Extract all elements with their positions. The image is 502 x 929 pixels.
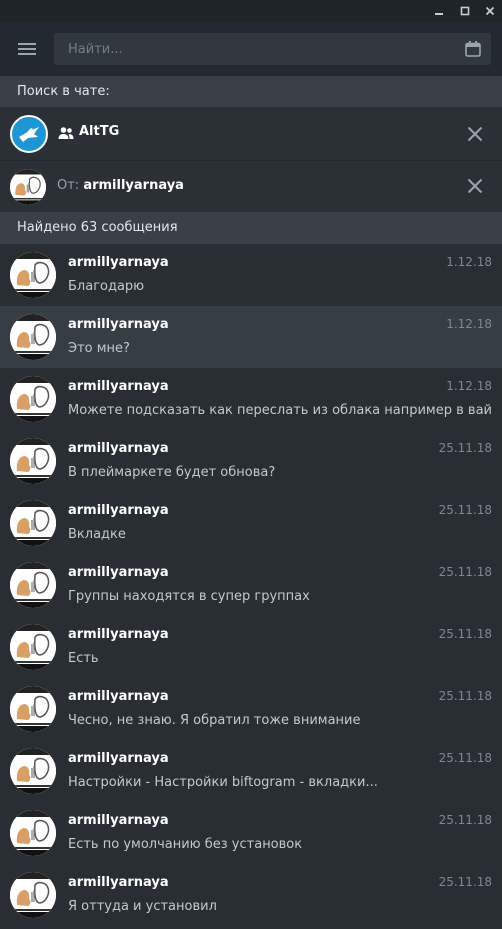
title-bar [0,0,502,22]
message-preview: Настройки - Настройки biftogram - вкладк… [68,775,378,790]
sender-name: armillyarnaya [68,441,169,456]
calendar-button[interactable] [464,40,482,58]
message-preview: Есть [68,651,99,666]
user-avatar [10,748,56,794]
message-date: 25.11.18 [438,751,492,765]
message-preview: Вкладке [68,527,126,542]
result-row[interactable]: armillyarnaya 25.11.18 Есть по умолчанию… [0,802,502,864]
result-row[interactable]: armillyarnaya 1.12.18 Благодарю [0,244,502,306]
user-avatar-image [10,810,56,856]
chat-name: AltTG [79,124,120,139]
hamburger-icon [18,43,36,55]
from-user-name: armillyarnaya [83,178,184,193]
message-date: 1.12.18 [446,255,492,269]
message-date: 25.11.18 [438,565,492,579]
message-date: 25.11.18 [438,875,492,889]
message-preview: Это мне? [68,341,130,356]
result-row[interactable]: armillyarnaya 1.12.18 Это мне? [0,306,502,368]
calendar-icon [465,41,481,57]
maximize-icon [460,6,470,16]
user-avatar [10,810,56,856]
search-in-chat-header: Поиск в чате: [0,76,502,108]
message-preview: Группы находятся в супер группах [68,589,310,604]
user-avatar-image [10,562,56,608]
result-row[interactable]: armillyarnaya 25.11.18 Чесно, не знаю. Я… [0,678,502,740]
top-bar [0,22,502,76]
close-icon [485,6,495,16]
user-avatar [10,314,56,360]
message-date: 25.11.18 [438,813,492,827]
result-row[interactable]: armillyarnaya 25.11.18 В плеймаркете буд… [0,430,502,492]
message-date: 25.11.18 [438,627,492,641]
user-avatar-image [10,169,46,205]
message-preview: В плеймаркете будет обнова? [68,465,276,480]
maximize-button[interactable] [454,0,476,22]
user-avatar [10,169,46,205]
user-avatar-image [10,376,56,422]
message-date: 1.12.18 [446,379,492,393]
message-date: 25.11.18 [438,503,492,517]
chat-filter: AltTG [0,107,502,161]
result-row[interactable]: armillyarnaya 25.11.18 Вкладке [0,492,502,554]
sender-name: armillyarnaya [68,813,169,828]
user-avatar-image [10,624,56,670]
sender-name: armillyarnaya [68,255,169,270]
chat-logo-icon [19,127,39,142]
user-avatar [10,438,56,484]
from-filter: От: armillyarnaya [0,161,502,212]
minimize-button[interactable] [428,0,450,22]
user-avatar [10,624,56,670]
user-avatar [10,500,56,546]
user-avatar-image [10,500,56,546]
sender-name: armillyarnaya [68,503,169,518]
user-avatar [10,872,56,918]
user-avatar [10,376,56,422]
clear-chat-filter-button[interactable] [466,125,484,143]
result-row[interactable]: armillyarnaya 25.11.18 Группы находятся … [0,554,502,616]
minimize-icon [435,13,443,15]
clear-from-filter-button[interactable] [466,177,484,195]
group-icon [58,127,74,139]
sender-name: armillyarnaya [68,627,169,642]
message-date: 25.11.18 [438,441,492,455]
menu-button[interactable] [14,37,40,61]
sender-name: armillyarnaya [68,317,169,332]
message-preview: Чесно, не знаю. Я обратил тоже внимание [68,713,361,728]
chat-avatar [10,115,48,153]
result-row[interactable]: armillyarnaya 25.11.18 Есть [0,616,502,678]
user-avatar-image [10,314,56,360]
search-input[interactable] [68,33,448,65]
result-row[interactable]: armillyarnaya 1.12.18 Можете подсказать … [0,368,502,430]
results-list: armillyarnaya 1.12.18 Благодарю armillya… [0,244,502,926]
message-preview: Благодарю [68,279,145,294]
user-avatar [10,252,56,298]
user-avatar-image [10,438,56,484]
message-date: 1.12.18 [446,317,492,331]
message-preview: Есть по умолчанию без установок [68,837,303,852]
sender-name: armillyarnaya [68,565,169,580]
message-preview: Можете подсказать как переслать из облак… [68,403,492,418]
user-avatar-image [10,748,56,794]
user-avatar-image [10,686,56,732]
user-avatar [10,686,56,732]
from-prefix: От: [57,178,80,193]
message-preview: Я оттуда и установил [68,899,217,914]
from-filter-label: От: armillyarnaya [57,178,184,193]
close-window-button[interactable] [479,0,501,22]
user-avatar-image [10,252,56,298]
search-box [54,33,491,65]
user-avatar [10,562,56,608]
result-row[interactable]: armillyarnaya 25.11.18 Настройки - Настр… [0,740,502,802]
sender-name: armillyarnaya [68,379,169,394]
result-row[interactable]: armillyarnaya 25.11.18 Я оттуда и устано… [0,864,502,926]
close-icon [467,126,483,142]
results-count-header: Найдено 63 сообщения [0,212,502,244]
sender-name: armillyarnaya [68,689,169,704]
sender-name: armillyarnaya [68,751,169,766]
user-avatar-image [10,872,56,918]
sender-name: armillyarnaya [68,875,169,890]
close-icon [467,178,483,194]
message-date: 25.11.18 [438,689,492,703]
